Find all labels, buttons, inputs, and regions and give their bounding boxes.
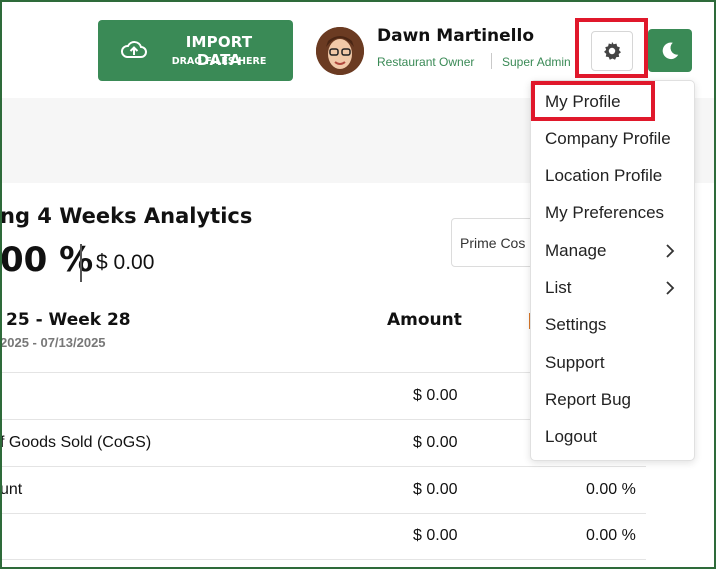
theme-toggle-button[interactable] [648,29,692,72]
prime-cost-select[interactable]: Prime Cos [451,218,541,267]
user-role: Restaurant Owner [377,55,475,69]
table-row-label: unt [0,481,23,498]
user-role-divider [491,53,492,69]
settings-highlight-box [575,18,648,78]
import-data-sublabel: DRAG FILES HERE [171,56,267,67]
moon-icon [662,42,679,59]
chevron-right-icon [666,281,675,295]
date-range: 2025 - 07/13/2025 [0,335,106,350]
row-divider [0,513,646,514]
menu-item-support[interactable]: Support [545,353,605,373]
analytics-title: ng 4 Weeks Analytics [0,204,253,228]
amount-column-header: Amount [387,310,462,330]
analytics-divider [80,244,82,282]
row-divider [0,559,646,560]
prime-cost-select-value: Prime Cos [460,235,526,251]
menu-item-logout[interactable]: Logout [545,427,597,447]
user-admin-role: Super Admin [502,55,571,69]
user-name: Dawn Martinello [377,26,535,46]
menu-item-report-bug[interactable]: Report Bug [545,390,631,410]
menu-item-company-profile[interactable]: Company Profile [545,129,671,149]
table-row-amount: $ 0.00 [413,434,458,451]
menu-item-location-profile[interactable]: Location Profile [545,166,662,186]
table-row-label: f Goods Sold (CoGS) [0,434,152,451]
settings-dropdown-menu: My Profile Company Profile Location Prof… [530,80,695,461]
menu-item-settings[interactable]: Settings [545,315,606,335]
table-row-percent: 0.00 % [586,527,636,544]
cloud-upload-icon [121,41,147,58]
analytics-amount: $ 0.00 [96,251,155,274]
table-row-amount: $ 0.00 [413,387,458,404]
table-row-percent: 0.00 % [586,481,636,498]
table-row-amount: $ 0.00 [413,527,458,544]
week-range: 25 - Week 28 [6,310,131,330]
my-profile-highlight-box [531,81,655,121]
import-data-button[interactable]: IMPORT DATA DRAG FILES HERE [98,20,293,81]
avatar-image [316,27,364,75]
avatar[interactable] [316,27,364,75]
menu-item-manage[interactable]: Manage [545,241,606,261]
menu-item-my-preferences[interactable]: My Preferences [545,203,664,223]
table-row-amount: $ 0.00 [413,481,458,498]
chevron-right-icon [666,244,675,258]
menu-item-list[interactable]: List [545,278,571,298]
row-divider [0,466,646,467]
